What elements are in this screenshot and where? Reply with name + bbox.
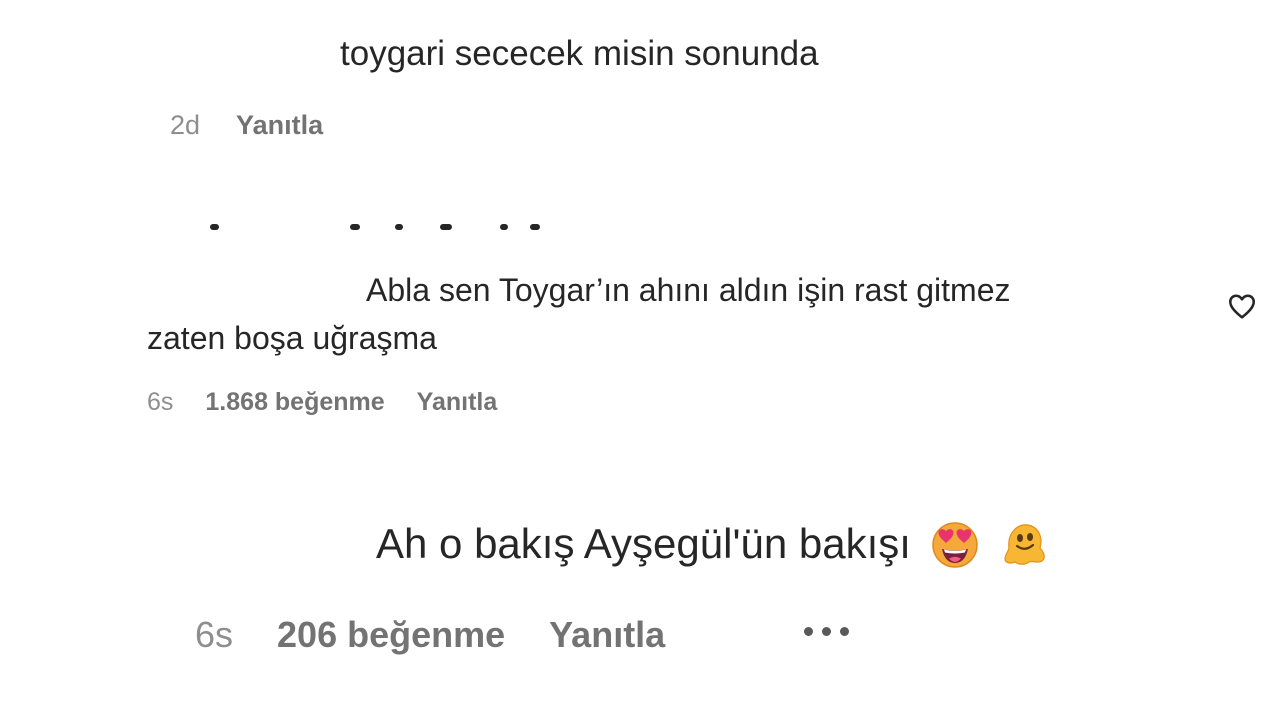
cropped-text-fragment [0, 222, 1280, 242]
comment-time: 6s [147, 388, 174, 416]
heart-outline-icon[interactable] [1226, 290, 1258, 322]
comment-text-line-2: zaten boşa uğraşma [147, 320, 437, 356]
comment-text: toygari sececek misin sonunda [340, 34, 819, 73]
reply-button[interactable]: Yanıtla [236, 110, 323, 141]
more-options-icon[interactable] [804, 623, 849, 640]
comment-text-line-1: Abla sen Toygar’ın ahını aldın işin rast… [366, 272, 1011, 308]
comment-time: 2d [170, 110, 201, 140]
comment-meta: 6s 1.868 beğenme Yanıtla [147, 388, 497, 417]
comment-meta: 2d Yanıtla [170, 110, 323, 141]
comments-screenshot: toygari sececek misin sonunda 2d Yanıtla… [0, 0, 1280, 720]
heart-eyes-emoji-icon [929, 518, 981, 570]
reply-button[interactable]: Yanıtla [549, 614, 665, 656]
comment-text-row: Ah o bakış Ayşegül'ün bakışı [376, 518, 1051, 570]
comment-meta: 6s 206 beğenme Yanıtla [195, 614, 665, 656]
likes-count-link[interactable]: 206 beğenme [277, 614, 505, 656]
reply-button[interactable]: Yanıtla [417, 388, 498, 417]
comment-text: Ah o bakış Ayşegül'ün bakışı [376, 520, 911, 567]
comment-time: 6s [195, 614, 234, 655]
melting-face-emoji-icon [999, 518, 1051, 570]
likes-count-link[interactable]: 1.868 beğenme [205, 388, 384, 417]
